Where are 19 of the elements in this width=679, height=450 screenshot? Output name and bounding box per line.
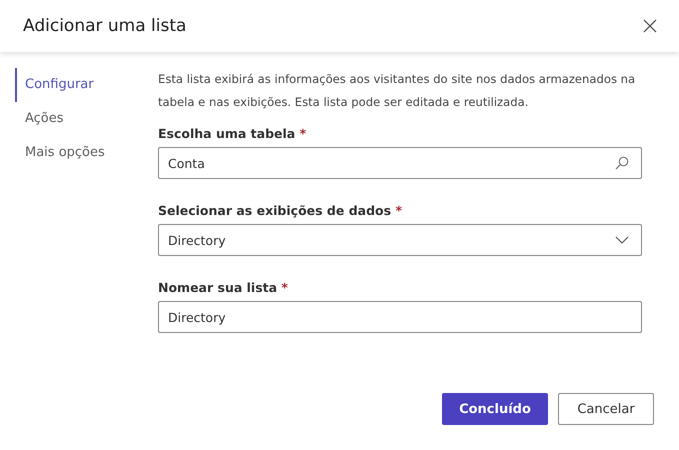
dialog-title: Adicionar uma lista bbox=[23, 16, 186, 36]
nav-tab[interactable]: Ações bbox=[15, 102, 64, 136]
close-icon[interactable] bbox=[643, 19, 657, 33]
done-button[interactable]: Concluído bbox=[442, 393, 548, 425]
description-text: Esta lista exibirá as informações aos visitantes do site nos dados armazenados na tabela e nas exibições. Esta lista pode ser editada e reutilizada. bbox=[158, 71, 636, 111]
field-label: Selecionar as exibições de dados bbox=[158, 203, 392, 218]
search-field[interactable]: Conta bbox=[158, 147, 642, 179]
cancel-button[interactable]: Cancelar bbox=[558, 393, 654, 425]
field-label: Escolha uma tabela bbox=[158, 126, 296, 141]
nav-tab[interactable]: Mais opções bbox=[15, 136, 105, 170]
input-field[interactable]: Directory bbox=[158, 301, 642, 333]
search-icon bbox=[615, 156, 629, 170]
required-marker: * bbox=[395, 203, 402, 218]
chevron-down-icon bbox=[615, 236, 629, 244]
required-marker: * bbox=[300, 126, 306, 141]
required-marker: * bbox=[281, 280, 288, 295]
nav-tab[interactable]: Configurar bbox=[15, 68, 94, 102]
field-label: Nomear sua lista bbox=[158, 280, 278, 295]
dropdown-field[interactable]: Directory bbox=[158, 224, 642, 256]
